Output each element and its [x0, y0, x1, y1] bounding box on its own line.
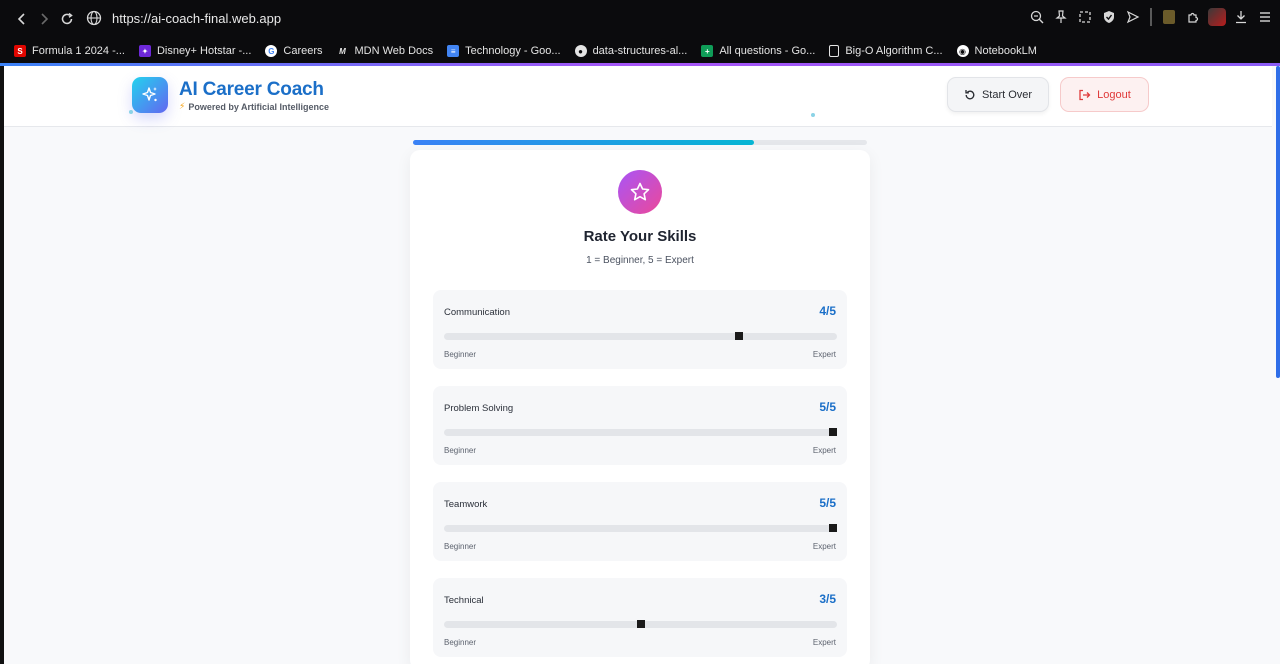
bookmark-hotstar[interactable]: ✦ Disney+ Hotstar -...: [138, 45, 251, 57]
slider-max-label: Expert: [812, 542, 836, 551]
toolbar-separator: [1150, 8, 1152, 26]
skill-score: 5/5: [819, 496, 836, 510]
skill-slider[interactable]: [444, 620, 837, 628]
download-icon[interactable]: [1232, 8, 1250, 26]
shield-icon[interactable]: [1100, 8, 1118, 26]
card-subtitle: 1 = Beginner, 5 = Expert: [586, 255, 694, 266]
site-info-icon[interactable]: [86, 10, 102, 31]
forward-icon[interactable]: [34, 9, 54, 29]
slider-thumb[interactable]: [829, 524, 837, 532]
profile-avatar[interactable]: [1208, 8, 1226, 26]
app-header: AI Career Coach ⚡ Powered by Artificial …: [4, 66, 1272, 127]
slider-thumb[interactable]: [636, 620, 645, 628]
skill-score: 4/5: [819, 304, 836, 318]
window-edge: [0, 66, 4, 664]
skill-technical: Technical 3/5 Beginner Expert: [433, 578, 847, 657]
skill-name: Problem Solving: [444, 403, 514, 414]
slider-max-label: Expert: [812, 446, 836, 455]
menu-icon[interactable]: [1256, 8, 1274, 26]
google-sheets-icon: +: [701, 45, 714, 57]
start-over-button[interactable]: Start Over: [947, 77, 1049, 112]
skill-slider[interactable]: [444, 332, 837, 340]
screenshot-icon[interactable]: [1076, 8, 1094, 26]
page-icon: [829, 45, 840, 57]
skill-name: Technical: [444, 595, 484, 606]
sparkles-icon[interactable]: [132, 77, 168, 113]
send-icon[interactable]: [1124, 8, 1142, 26]
bookmark-data-structures[interactable]: ● data-structures-al...: [574, 45, 687, 57]
skills-card: Rate Your Skills 1 = Beginner, 5 = Exper…: [410, 150, 870, 664]
browser-toolbar: https://ai-coach-final.web.app: [0, 0, 1280, 38]
skill-score: 3/5: [819, 592, 836, 606]
skill-score: 5/5: [819, 400, 836, 414]
bookmark-formula1[interactable]: S Formula 1 2024 -...: [14, 45, 125, 57]
github-icon: ●: [574, 45, 587, 57]
decorative-dot: [129, 110, 133, 114]
slider-max-label: Expert: [812, 350, 836, 359]
zoom-icon[interactable]: [1028, 8, 1046, 26]
skill-problem-solving: Problem Solving 5/5 Beginner Expert: [433, 386, 847, 465]
logout-icon: [1079, 89, 1091, 100]
skill-name: Teamwork: [444, 499, 488, 510]
app-subtitle: ⚡ Powered by Artificial Intelligence: [179, 101, 330, 112]
step-progress-fill: [413, 140, 754, 145]
star-icon: [618, 170, 662, 214]
skill-communication: Communication 4/5 Beginner Expert: [433, 290, 847, 369]
hotstar-icon: ✦: [138, 45, 151, 57]
mdn-icon: M: [339, 46, 346, 56]
google-icon: G: [265, 45, 278, 57]
restart-icon: [965, 89, 975, 99]
step-progress-bar: [413, 140, 867, 145]
skill-name: Communication: [444, 307, 510, 318]
slider-thumb[interactable]: [829, 428, 837, 436]
bookmark-mdn[interactable]: M MDN Web Docs: [337, 45, 433, 57]
back-icon[interactable]: [12, 9, 32, 29]
formula1-icon: S: [14, 45, 26, 57]
bookmarks-bar: S Formula 1 2024 -... ✦ Disney+ Hotstar …: [0, 38, 1280, 64]
slider-min-label: Beginner: [444, 446, 477, 455]
logout-button[interactable]: Logout: [1060, 77, 1149, 112]
skill-teamwork: Teamwork 5/5 Beginner Expert: [433, 482, 847, 561]
slider-min-label: Beginner: [444, 542, 477, 551]
app-title: AI Career Coach: [179, 79, 324, 100]
extension-icon[interactable]: [1160, 8, 1178, 26]
page-scrollbar[interactable]: [1276, 66, 1280, 378]
reload-icon[interactable]: [57, 9, 77, 29]
card-title: Rate Your Skills: [583, 228, 697, 245]
slider-min-label: Beginner: [444, 638, 477, 647]
bookmark-careers[interactable]: G Careers: [265, 45, 323, 57]
bookmark-all-questions[interactable]: + All questions - Go...: [701, 45, 815, 57]
slider-min-label: Beginner: [444, 350, 477, 359]
skill-slider[interactable]: [444, 428, 837, 436]
slider-max-label: Expert: [812, 638, 836, 647]
pin-icon[interactable]: [1052, 8, 1070, 26]
address-bar[interactable]: https://ai-coach-final.web.app: [112, 11, 281, 26]
slider-thumb[interactable]: [734, 332, 743, 340]
google-docs-icon: ≡: [447, 45, 460, 57]
skill-slider[interactable]: [444, 524, 837, 532]
bookmark-notebooklm[interactable]: ◉ NotebookLM: [956, 45, 1037, 57]
bolt-icon: ⚡: [179, 101, 186, 111]
bookmark-big-o[interactable]: Big-O Algorithm C...: [829, 45, 943, 57]
bookmark-technology[interactable]: ≡ Technology - Goo...: [447, 45, 561, 57]
extensions-puzzle-icon[interactable]: [1184, 8, 1202, 26]
decorative-dot: [811, 113, 815, 117]
toolbar-icons: [1028, 8, 1274, 26]
notebooklm-icon: ◉: [956, 45, 969, 57]
